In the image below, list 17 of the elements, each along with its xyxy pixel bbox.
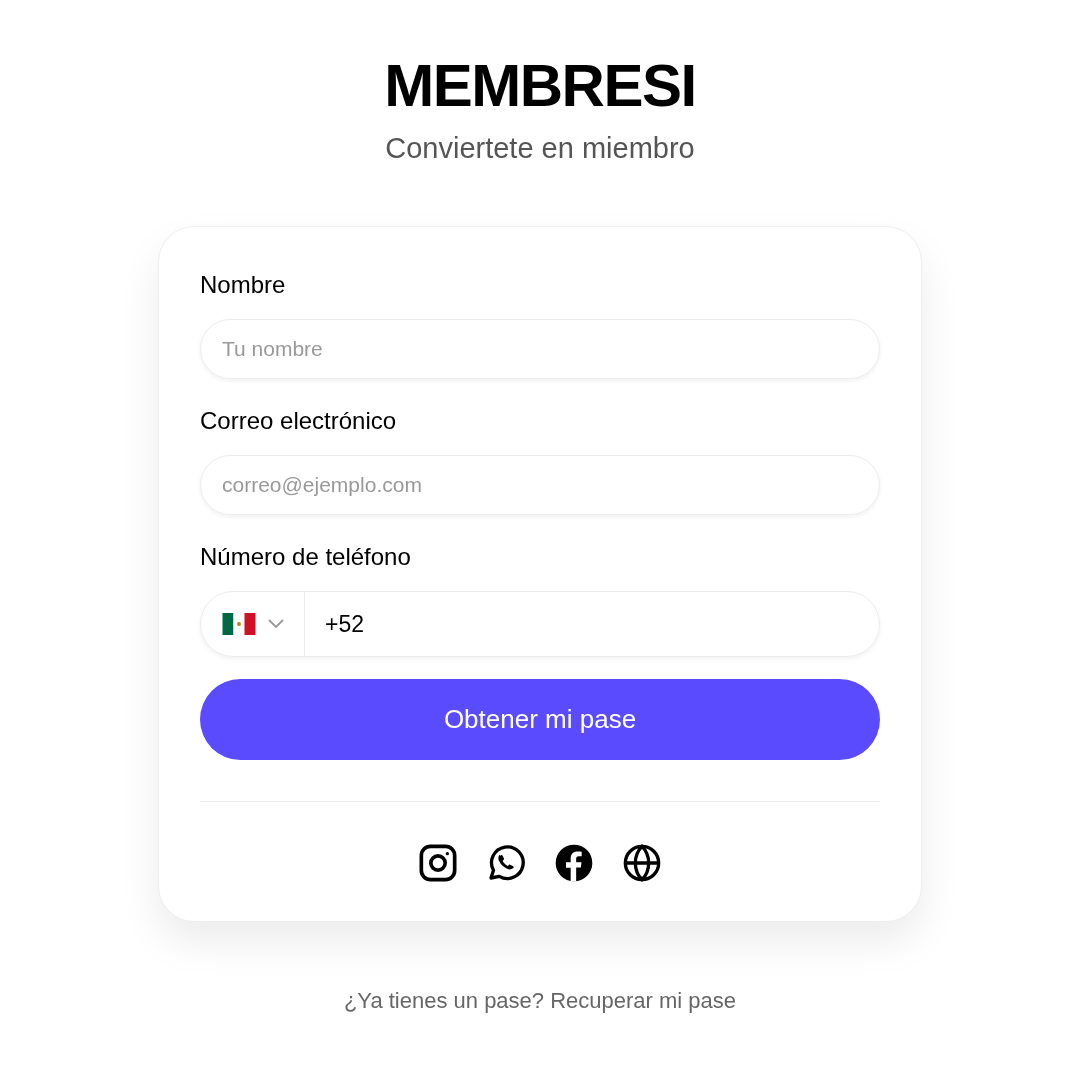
whatsapp-icon[interactable] bbox=[486, 843, 526, 883]
submit-button[interactable]: Obtener mi pase bbox=[200, 679, 880, 760]
recover-pass-link[interactable]: Recuperar mi pase bbox=[550, 988, 737, 1013]
page-title: MEMBRESI bbox=[384, 52, 696, 120]
input-field[interactable]: Tu nombre bbox=[200, 319, 880, 379]
phone-number-input[interactable]: +52 bbox=[305, 592, 879, 656]
input-field[interactable]: correo@ejemplo.com bbox=[200, 455, 880, 515]
recover-pass-text: ¿Ya tienes un pase? Recuperar mi pase bbox=[343, 987, 737, 1015]
page-subtitle: Conviertete en miembro bbox=[385, 131, 695, 166]
instagram-icon[interactable] bbox=[418, 843, 458, 883]
chevron-down-icon bbox=[268, 619, 284, 629]
field-label: Nombre bbox=[200, 271, 287, 299]
facebook-icon[interactable] bbox=[554, 843, 594, 883]
mexico-flag-icon bbox=[222, 613, 256, 635]
field-label: Correo electrónico bbox=[200, 407, 398, 435]
globe-icon[interactable] bbox=[622, 843, 662, 883]
field-label: Número de teléfono bbox=[200, 543, 412, 571]
